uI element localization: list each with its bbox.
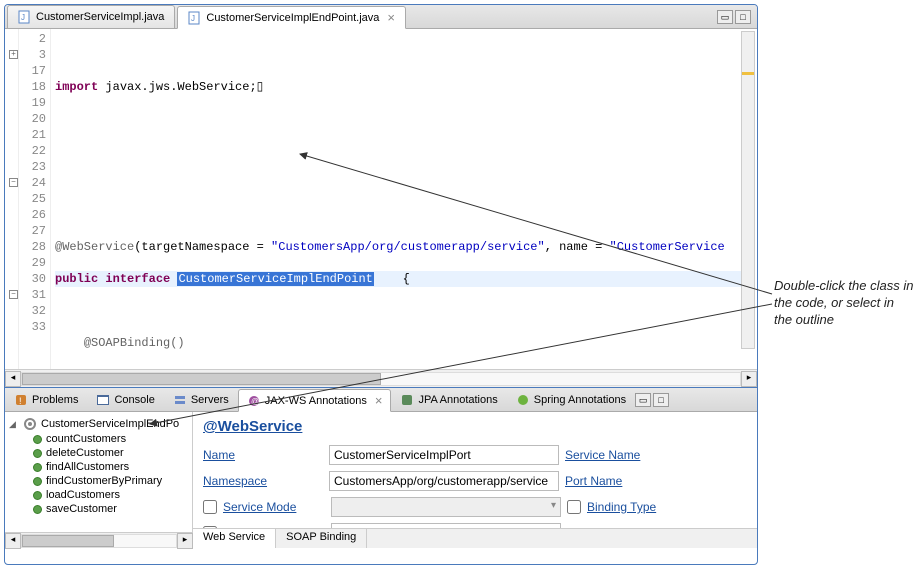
form-title[interactable]: @WebService — [203, 418, 747, 435]
editor-tab-bar: J CustomerServiceImpl.java J CustomerSer… — [5, 5, 757, 29]
close-icon[interactable]: × — [375, 394, 383, 407]
view-window-controls: ▭ □ — [635, 393, 675, 407]
editor-horizontal-scrollbar[interactable]: ◂ ▸ — [5, 369, 757, 387]
svg-text:@: @ — [251, 397, 259, 406]
svg-text:!: ! — [19, 396, 22, 406]
console-icon — [96, 393, 110, 407]
views-body: ◢ CustomerServiceImplEndPo countCustomer… — [5, 412, 757, 548]
minimize-button[interactable]: ▭ — [717, 10, 733, 24]
servers-icon — [173, 393, 187, 407]
port-name-label[interactable]: Port Name — [565, 474, 655, 488]
tree-item[interactable]: loadCustomers — [31, 488, 190, 502]
tab-label: CustomerServiceImpl.java — [36, 11, 164, 23]
tab-servers[interactable]: Servers — [164, 388, 238, 411]
views-tab-bar: !Problems Console Servers @JAX-WS Annota… — [5, 388, 757, 412]
line-number-gutter[interactable]: 2 +3 17 18 19 20 21 22 23 −24 25 26 27 2… — [19, 29, 51, 369]
expand-arrow-icon[interactable]: ◢ — [9, 419, 19, 430]
service-mode-label[interactable]: Service Mode — [223, 500, 325, 514]
svg-text:J: J — [21, 13, 25, 22]
method-icon — [33, 463, 42, 472]
tree-item[interactable]: findCustomerByPrimary — [31, 474, 190, 488]
method-icon — [33, 505, 42, 514]
tab-spring-annotations[interactable]: Spring Annotations — [507, 388, 635, 411]
editor-tab-active[interactable]: J CustomerServiceImplEndPoint.java × — [177, 6, 406, 29]
form-tab-bar: Web Service SOAP Binding — [193, 528, 757, 548]
fold-icon[interactable]: − — [9, 290, 18, 299]
service-mode-dropdown[interactable] — [331, 497, 561, 517]
tree-item[interactable]: saveCustomer — [31, 502, 190, 516]
callout-text: Double-click the class in the code, or s… — [774, 278, 914, 329]
editor-tab[interactable]: J CustomerServiceImpl.java — [7, 5, 175, 28]
views-pane: !Problems Console Servers @JAX-WS Annota… — [5, 388, 757, 564]
maximize-button[interactable]: □ — [653, 393, 669, 407]
jpa-icon — [400, 393, 414, 407]
marker-bar[interactable] — [5, 29, 19, 369]
scroll-right-button[interactable]: ▸ — [741, 371, 757, 387]
annotation-icon: @ — [247, 394, 261, 408]
method-icon — [33, 477, 42, 486]
tab-jpa-annotations[interactable]: JPA Annotations — [391, 388, 506, 411]
namespace-label[interactable]: Namespace — [203, 474, 323, 488]
spring-icon — [516, 393, 530, 407]
tree-item[interactable]: findAllCustomers — [31, 460, 190, 474]
name-field[interactable] — [329, 445, 559, 465]
tab-problems[interactable]: !Problems — [5, 388, 87, 411]
ide-window: J CustomerServiceImpl.java J CustomerSer… — [4, 4, 758, 565]
annotation-form: @WebService Name Service Name Namespace … — [193, 412, 757, 548]
tree-root[interactable]: ◢ CustomerServiceImplEndPo — [7, 416, 190, 432]
tab-jaxws-annotations[interactable]: @JAX-WS Annotations× — [238, 389, 392, 412]
name-label[interactable]: Name — [203, 448, 323, 462]
java-file-icon: J — [188, 11, 202, 25]
service-mode-checkbox[interactable] — [203, 500, 217, 514]
service-name-label[interactable]: Service Name — [565, 448, 655, 462]
outline-horizontal-scrollbar[interactable]: ◂▸ — [5, 532, 193, 548]
tree-item[interactable]: countCustomers — [31, 432, 190, 446]
scroll-left-button[interactable]: ◂ — [5, 371, 21, 387]
fold-icon[interactable]: + — [9, 50, 18, 59]
tab-console[interactable]: Console — [87, 388, 163, 411]
svg-text:J: J — [191, 14, 195, 23]
method-icon — [33, 449, 42, 458]
method-icon — [33, 435, 42, 444]
maximize-button[interactable]: □ — [735, 10, 751, 24]
outline-tree[interactable]: ◢ CustomerServiceImplEndPo countCustomer… — [5, 412, 193, 548]
selected-class-name[interactable]: CustomerServiceImplEndPoint — [177, 272, 373, 286]
tab-label: CustomerServiceImplEndPoint.java — [206, 12, 379, 24]
overview-ruler[interactable] — [741, 31, 755, 349]
editor-pane: J CustomerServiceImpl.java J CustomerSer… — [5, 5, 757, 388]
minimize-button[interactable]: ▭ — [635, 393, 651, 407]
tab-web-service[interactable]: Web Service — [193, 529, 276, 548]
fold-icon[interactable]: − — [9, 178, 18, 187]
editor-window-controls: ▭ □ — [717, 10, 757, 24]
binding-type-label[interactable]: Binding Type — [587, 500, 677, 514]
gear-icon — [23, 417, 37, 431]
editor-body: 2 +3 17 18 19 20 21 22 23 −24 25 26 27 2… — [5, 29, 757, 369]
java-file-icon: J — [18, 10, 32, 24]
code-area[interactable]: import javax.jws.WebService;▯ @WebServic… — [51, 29, 757, 369]
tree-root-label: CustomerServiceImplEndPo — [41, 418, 179, 430]
close-icon[interactable]: × — [387, 11, 395, 24]
method-icon — [33, 491, 42, 500]
namespace-field[interactable] — [329, 471, 559, 491]
tree-item[interactable]: deleteCustomer — [31, 446, 190, 460]
tab-soap-binding[interactable]: SOAP Binding — [276, 529, 367, 548]
problems-icon: ! — [14, 393, 28, 407]
binding-type-checkbox[interactable] — [567, 500, 581, 514]
